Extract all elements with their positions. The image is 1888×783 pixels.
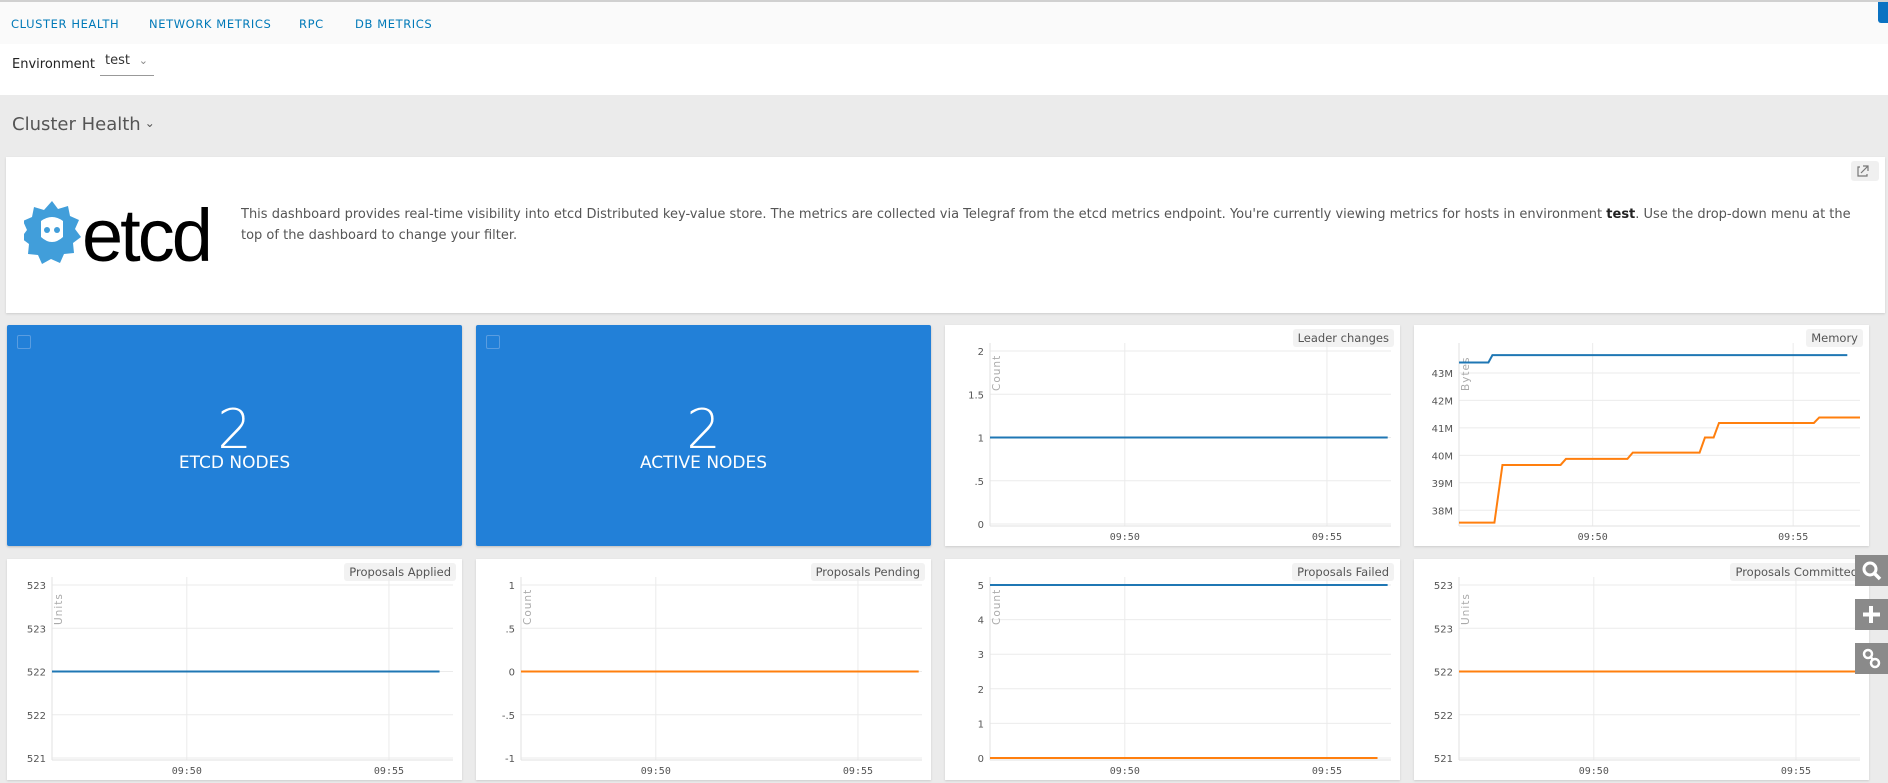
y-tick-label: 1 — [509, 581, 515, 592]
y-tick-label: 39M — [1432, 479, 1453, 490]
y-axis-title: Count — [991, 589, 1003, 625]
y-tick-label: 521 — [27, 754, 46, 765]
y-tick-label: 0 — [978, 520, 984, 531]
tile-select-checkbox[interactable] — [486, 335, 500, 349]
y-axis-title: Count — [522, 589, 534, 625]
x-tick-label: 09:55 — [374, 766, 404, 777]
chevron-down-icon: ⌄ — [144, 116, 155, 130]
corner-tab-button[interactable] — [1878, 2, 1888, 23]
x-tick-label: 09:50 — [172, 766, 202, 777]
tab-network-metrics[interactable]: NETWORK METRICS — [149, 17, 271, 31]
plus-icon — [1863, 606, 1880, 623]
etcd-nodes-tile[interactable]: 2 ETCD NODES — [7, 325, 462, 546]
link-button[interactable] — [1855, 643, 1888, 674]
y-tick-label: -.5 — [502, 711, 515, 722]
dashboard-description: This dashboard provides real-time visibi… — [241, 204, 1851, 246]
link-icon — [1862, 648, 1881, 669]
y-tick-label: 0 — [509, 668, 515, 679]
chart-proposals-pending[interactable]: Proposals Pending -1 -.5 0.5 1 09:50 09:55 Coun… — [476, 559, 931, 780]
section-title: Cluster Health — [12, 114, 141, 135]
top-nav: CLUSTER HEALTH NETWORK METRICS RPC DB ME… — [0, 0, 1888, 44]
y-tick-label: 523 — [27, 624, 46, 635]
chart-plot: 521 522 522 523 523 09:50 09:55 Units — [27, 577, 453, 777]
chart-leader-changes[interactable]: Leader changes 0.5 1 1.5 2 09:50 09:55 Count — [945, 325, 1400, 546]
y-tick-label: 1.5 — [968, 390, 984, 401]
environment-select[interactable]: test ⌄ — [100, 53, 154, 76]
chart-proposals-failed[interactable]: Proposals Failed 0 1 2 3 4 5 09:50 09:55 Count — [945, 559, 1400, 780]
x-tick-label: 09:55 — [1778, 532, 1808, 543]
chart-proposals-applied[interactable]: Proposals Applied 521 522 522 523 523 09:50 09:… — [7, 559, 462, 780]
chart-plot: 0 .5 1 1.5 2 09:50 09:55 Count — [968, 343, 1391, 543]
open-external-button[interactable] — [1851, 161, 1879, 181]
y-axis-title: Count — [991, 355, 1003, 391]
tile-select-checkbox[interactable] — [17, 335, 31, 349]
y-tick-label: 0 — [978, 754, 984, 765]
x-tick-label: 09:50 — [1578, 532, 1608, 543]
y-tick-label: 3 — [978, 650, 984, 661]
add-button[interactable] — [1855, 599, 1888, 630]
tab-db-metrics[interactable]: DB METRICS — [355, 17, 432, 31]
x-tick-label: 09:50 — [1579, 766, 1609, 777]
y-tick-label: 2 — [978, 685, 984, 696]
y-tick-label: .5 — [974, 477, 984, 488]
x-tick-label: 09:55 — [1781, 766, 1811, 777]
active-nodes-value: 2 — [686, 398, 721, 461]
chevron-down-icon: ⌄ — [138, 54, 148, 67]
x-tick-label: 09:55 — [843, 766, 873, 777]
y-axis-title: Units — [1460, 593, 1472, 625]
y-tick-label: 521 — [1434, 754, 1453, 765]
description-env: test — [1606, 207, 1636, 222]
description-text: This dashboard provides real-time visibi… — [241, 207, 1607, 222]
external-link-icon — [1857, 165, 1869, 177]
environment-label: Environment — [12, 57, 96, 72]
y-axis-title: Units — [53, 593, 65, 625]
y-tick-label: 522 — [1434, 711, 1453, 722]
y-tick-label: 5 — [978, 581, 984, 592]
y-tick-label: 4 — [978, 616, 984, 627]
x-tick-label: 09:50 — [1110, 766, 1140, 777]
chart-proposals-committed[interactable]: Proposals Committed 521 522 522 523 523 09:50 0… — [1414, 559, 1869, 780]
chart-plot: 0 1 2 3 4 5 09:50 09:55 Count — [978, 577, 1391, 777]
environment-value: test — [105, 53, 130, 68]
y-tick-label: 2 — [978, 347, 984, 358]
series-line — [1459, 416, 1860, 524]
chart-plot: 38M39M40M41M42M43M09:50 09:55Bytes — [1432, 343, 1860, 543]
y-tick-label: 523 — [1434, 624, 1453, 635]
y-tick-label: 42M — [1432, 396, 1453, 407]
etcd-nodes-label: ETCD NODES — [178, 453, 291, 473]
y-tick-label: 41M — [1432, 424, 1453, 435]
search-icon — [1862, 561, 1882, 581]
y-tick-label: 43M — [1432, 369, 1453, 380]
y-tick-label: 1 — [978, 719, 984, 730]
active-nodes-label: ACTIVE NODES — [639, 453, 768, 473]
x-tick-label: 09:55 — [1312, 532, 1342, 543]
y-tick-label: -1 — [505, 754, 515, 765]
y-tick-label: 38M — [1432, 506, 1453, 517]
y-tick-label: 523 — [27, 581, 46, 592]
y-tick-label: .5 — [505, 624, 515, 635]
search-button[interactable] — [1855, 555, 1888, 586]
svg-text:etcd: etcd — [82, 197, 210, 267]
y-tick-label: 522 — [27, 711, 46, 722]
etcd-logo: etcd — [21, 194, 239, 277]
series-line — [1459, 354, 1848, 364]
info-panel: etcd This dashboard provides real-time v… — [6, 157, 1885, 313]
filter-bar: Environment test ⌄ — [0, 44, 1888, 95]
chart-memory[interactable]: Memory 38M 39M 40M 41M 42M 43M 09:50 09:55 Bytes — [1414, 325, 1869, 546]
active-nodes-tile[interactable]: 2 ACTIVE NODES — [476, 325, 931, 546]
x-tick-label: 09:50 — [641, 766, 671, 777]
x-tick-label: 09:55 — [1312, 766, 1342, 777]
etcd-nodes-value: 2 — [217, 398, 252, 461]
tab-cluster-health[interactable]: CLUSTER HEALTH — [11, 17, 119, 31]
y-tick-label: 40M — [1432, 451, 1453, 462]
section-header[interactable]: Cluster Health ⌄ — [12, 114, 155, 135]
chart-plot: 521 522 522 523 523 09:50 09:55 Units — [1434, 577, 1860, 777]
tab-rpc[interactable]: RPC — [299, 17, 324, 31]
y-tick-label: 1 — [978, 434, 984, 445]
x-tick-label: 09:50 — [1110, 532, 1140, 543]
y-tick-label: 523 — [1434, 581, 1453, 592]
y-tick-label: 522 — [27, 668, 46, 679]
y-tick-label: 522 — [1434, 668, 1453, 679]
chart-plot: -1 -.5 0 .5 1 09:50 09:55 Count — [502, 577, 922, 777]
